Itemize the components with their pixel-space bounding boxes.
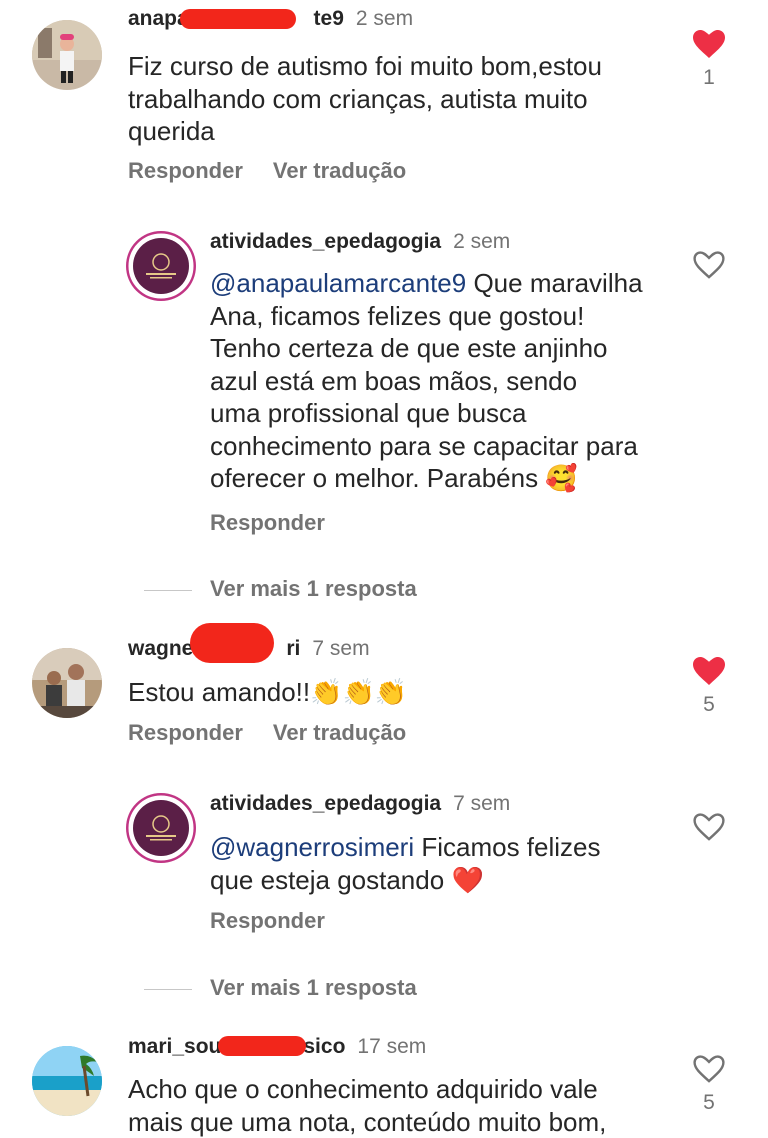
reply-button[interactable]: Responder xyxy=(210,908,325,933)
comment-actions: Responder Ver tradução xyxy=(128,158,406,184)
timestamp: 2 sem xyxy=(355,7,414,30)
like-count: 5 xyxy=(703,1091,715,1114)
reply-actions: Responder xyxy=(210,908,325,934)
smiling-face-hearts-icon: 🥰 xyxy=(545,463,578,493)
comment-text: Acho que o conhecimento adquirido vale m… xyxy=(128,1074,607,1137)
red-heart-icon: ❤️ xyxy=(451,864,484,895)
translate-button[interactable]: Ver tradução xyxy=(273,158,406,183)
comment-actions: Responder Ver tradução xyxy=(128,720,406,746)
timestamp: 17 sem xyxy=(357,1035,427,1058)
redaction-mark xyxy=(180,9,296,29)
reply-actions: Responder xyxy=(210,510,325,536)
avatar[interactable] xyxy=(32,648,102,718)
redaction-mark xyxy=(218,1036,306,1056)
avatar[interactable] xyxy=(126,231,196,301)
timestamp: 2 sem xyxy=(453,230,511,253)
translate-button[interactable]: Ver tradução xyxy=(273,720,406,745)
username[interactable]: atividades_epedagogia xyxy=(210,792,441,815)
reply-meta: atividades_epedagogia 7 sem xyxy=(210,792,510,816)
like-button[interactable] xyxy=(691,813,727,841)
reply-text: @anapaulamarcante9 Que maravilha Ana, fi… xyxy=(210,268,643,493)
heart-outline-icon xyxy=(693,251,725,279)
avatar[interactable] xyxy=(32,20,102,90)
reply-button[interactable]: Responder xyxy=(210,510,325,535)
reply-button[interactable]: Responder xyxy=(128,158,243,183)
like-button[interactable]: 5 xyxy=(691,657,727,717)
timestamp: 7 sem xyxy=(453,792,511,815)
heart-icon xyxy=(693,657,725,685)
avatar[interactable] xyxy=(126,793,196,863)
clapping-hands-icon: 👏👏👏 xyxy=(310,677,408,707)
like-button[interactable] xyxy=(691,251,727,279)
like-count: 1 xyxy=(703,66,715,89)
username[interactable]: atividades_epedagogia xyxy=(210,230,441,253)
heart-outline-icon xyxy=(693,1055,725,1083)
avatar[interactable] xyxy=(32,1046,102,1116)
reply-meta: atividades_epedagogia 2 sem xyxy=(210,230,510,254)
heart-outline-icon xyxy=(693,813,725,841)
divider xyxy=(144,989,192,990)
divider xyxy=(144,590,192,591)
reply-text: @wagnerrosimeri Ficamos felizes que este… xyxy=(210,832,601,895)
comment-text: Estou amando!!👏👏👏 xyxy=(128,677,408,707)
like-button[interactable]: 1 xyxy=(691,30,727,90)
mention-link[interactable]: @wagnerrosimeri xyxy=(210,832,414,862)
heart-icon xyxy=(693,30,725,58)
timestamp: 7 sem xyxy=(312,637,370,660)
like-count: 5 xyxy=(703,693,715,716)
comment-text: Fiz curso de autismo foi muito bom,estou… xyxy=(128,51,602,146)
mention-link[interactable]: @anapaulamarcante9 xyxy=(210,268,466,298)
reply-button[interactable]: Responder xyxy=(128,720,243,745)
like-button[interactable]: 5 xyxy=(691,1055,727,1115)
redaction-mark xyxy=(190,623,274,663)
